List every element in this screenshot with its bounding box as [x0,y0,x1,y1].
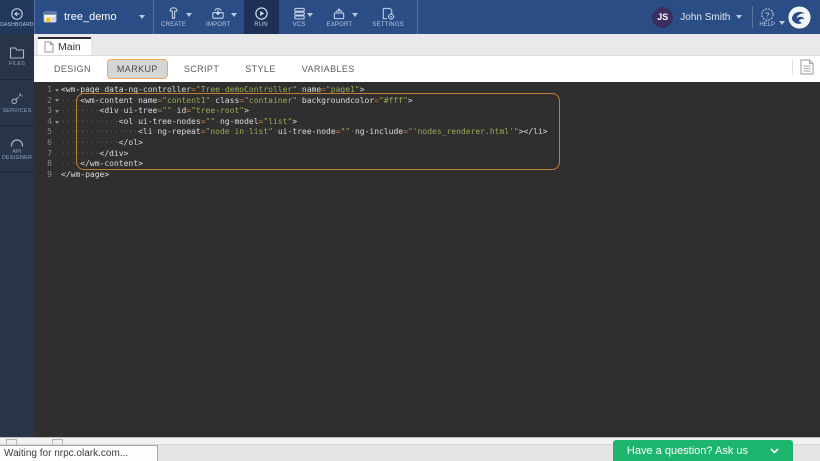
hammer-icon [166,6,181,21]
chat-button[interactable]: Have a question? Ask us [613,440,793,461]
code-line[interactable]: 3········<div·ui-tree=""·id="tree-root"> [34,106,820,117]
code-lines: 1<wm-page·data-ng-controller="Tree·demoC… [34,85,820,180]
svg-text:?: ? [765,10,769,19]
vcs-label: VCS [293,22,306,28]
settings-button[interactable]: SETTINGS [365,0,411,34]
tab-markup[interactable]: MARKUP [107,59,168,79]
export-button[interactable]: EXPORT [320,0,360,34]
code-line[interactable]: 2····<wm-content·name="content1"·class="… [34,96,820,107]
sidebar-item-label: SERVICES [2,108,31,114]
chevron-down-icon [770,448,779,454]
help-icon: ? [760,7,775,22]
user-name: John Smith [680,12,730,23]
code-line[interactable]: 1<wm-page·data-ng-controller="Tree·demoC… [34,85,820,96]
document-icon[interactable] [800,59,814,75]
toolbar-separator [417,0,418,34]
chevron-down-icon [231,13,237,17]
status-message: Waiting for nrpc.olark.com... [0,445,158,461]
sidebar-item-label: FILES [9,61,25,67]
toolbar-right: JS John Smith ? HELP [642,0,820,34]
chat-button-label: Have a question? Ask us [627,445,748,457]
chevron-down-icon [736,15,742,19]
chevron-down-icon [186,13,192,17]
sidebar-item-label: API DESIGNER [0,149,34,161]
play-icon [254,6,269,21]
app-window: DASHBOARD tree_demo CREATE IMPORT [0,0,820,461]
chevron-down-icon [779,21,785,25]
import-label: IMPORT [206,22,230,28]
tab-label: Main [58,41,81,53]
code-line[interactable]: 9</wm-page> [34,170,820,181]
project-icon [43,11,58,24]
vcs-button[interactable]: VCS [285,0,314,34]
wavemaker-logo [781,5,820,30]
create-button[interactable]: CREATE [154,0,193,34]
help-button[interactable]: ? HELP [753,7,781,28]
folder-icon [9,46,25,59]
status-bar: Waiting for nrpc.olark.com... Have a que… [0,445,820,461]
settings-label: SETTINGS [372,22,404,28]
settings-gear-icon [380,6,396,21]
sidebar-item-api-designer[interactable]: API DESIGNER [0,126,34,172]
dashboard-label: DASHBOARD [0,22,33,28]
tab-main[interactable]: Main [38,37,91,55]
export-label: EXPORT [327,22,353,28]
code-line[interactable]: 8····</wm-content> [34,159,820,170]
tab-style[interactable]: STYLE [235,59,286,79]
import-tray-icon [210,6,226,21]
code-line[interactable]: 7········</div> [34,149,820,160]
subtab-bar: DESIGN MARKUP SCRIPT STYLE VARIABLES [34,56,820,82]
help-label: HELP [759,22,775,28]
top-toolbar: DASHBOARD tree_demo CREATE IMPORT [0,0,820,34]
avatar: JS [652,7,673,28]
scale-icon [331,6,347,21]
sidebar-item-services[interactable]: SERVICES [0,80,34,126]
project-name: tree_demo [64,11,133,23]
run-button[interactable]: RUN [244,0,279,34]
left-sidebar: FILES SERVICES API DESIGNER [0,34,34,437]
dashboard-icon [10,7,24,21]
content-area: Main DESIGN MARKUP SCRIPT STYLE VARIABLE… [34,34,820,437]
code-line[interactable]: 6············</ol> [34,138,820,149]
page-icon [44,41,54,53]
project-selector[interactable]: tree_demo [35,0,153,34]
tab-variables[interactable]: VARIABLES [292,59,365,79]
plug-icon [9,91,25,106]
code-line[interactable]: 5················<li·ng-repeat="node·in·… [34,127,820,138]
body-row: FILES SERVICES API DESIGNER [0,34,820,437]
code-editor[interactable]: 1<wm-page·data-ng-controller="Tree·demoC… [34,82,820,437]
divider [792,59,793,75]
user-menu[interactable]: JS John Smith [642,7,752,28]
sidebar-item-files[interactable]: FILES [0,34,34,80]
chevron-down-icon [139,15,145,19]
tab-bar: Main [34,34,820,56]
tab-script[interactable]: SCRIPT [174,59,229,79]
code-line[interactable]: 4············<ol·ui-tree-nodes=""·ng-mod… [34,117,820,128]
dashboard-button[interactable]: DASHBOARD [0,0,34,34]
chevron-down-icon [352,13,358,17]
import-button[interactable]: IMPORT [199,0,237,34]
run-label: RUN [254,22,268,28]
chevron-down-icon [307,13,313,17]
create-label: CREATE [161,22,186,28]
server-stack-icon [292,6,307,21]
tab-design[interactable]: DESIGN [44,59,101,79]
arc-icon [9,136,25,147]
